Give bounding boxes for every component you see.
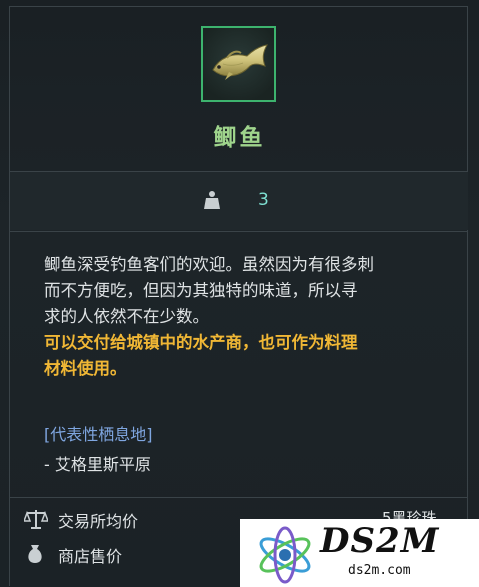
watermark: DS2M ds2m.com xyxy=(240,519,479,587)
money-bag-icon xyxy=(28,545,42,563)
crucian-carp-icon xyxy=(212,44,268,80)
description-line: 而不方便吃，但因为其独特的味道，所以寻 xyxy=(44,281,358,300)
watermark-url: ds2m.com xyxy=(348,563,411,578)
weight-row: 3 xyxy=(10,172,468,230)
usage-highlight-line: 材料使用。 xyxy=(44,359,127,378)
shop-price-label: 商店售价 xyxy=(58,547,123,566)
item-name: 鲫鱼 xyxy=(213,125,266,151)
weight-icon xyxy=(204,191,220,209)
item-tooltip-panel: 鲫鱼 3 鲫鱼深受钓鱼客们的欢迎。虽然因为有很多刺 而不方便吃，但因为其独特的味… xyxy=(0,0,479,587)
weight-value: 3 xyxy=(258,190,269,210)
item-icon-slot[interactable] xyxy=(201,26,276,102)
item-description: 鲫鱼深受钓鱼客们的欢迎。虽然因为有很多刺 而不方便吃，但因为其独特的味道，所以寻… xyxy=(44,252,444,382)
description-line: 鲫鱼深受钓鱼客们的欢迎。虽然因为有很多刺 xyxy=(44,255,374,274)
habitat-title: [代表性栖息地] xyxy=(44,425,153,444)
description-line: 求的人依然不在少数。 xyxy=(44,307,209,326)
scales-icon xyxy=(24,510,48,529)
habitat-item: - 艾格里斯平原 xyxy=(44,455,151,474)
atom-logo-icon xyxy=(259,526,311,584)
divider xyxy=(10,497,468,498)
trade-price-label: 交易所均价 xyxy=(58,512,139,531)
usage-highlight-line: 可以交付给城镇中的水产商，也可作为料理 xyxy=(44,333,358,352)
watermark-logo-text: DS2M xyxy=(320,521,440,561)
divider xyxy=(10,231,468,232)
